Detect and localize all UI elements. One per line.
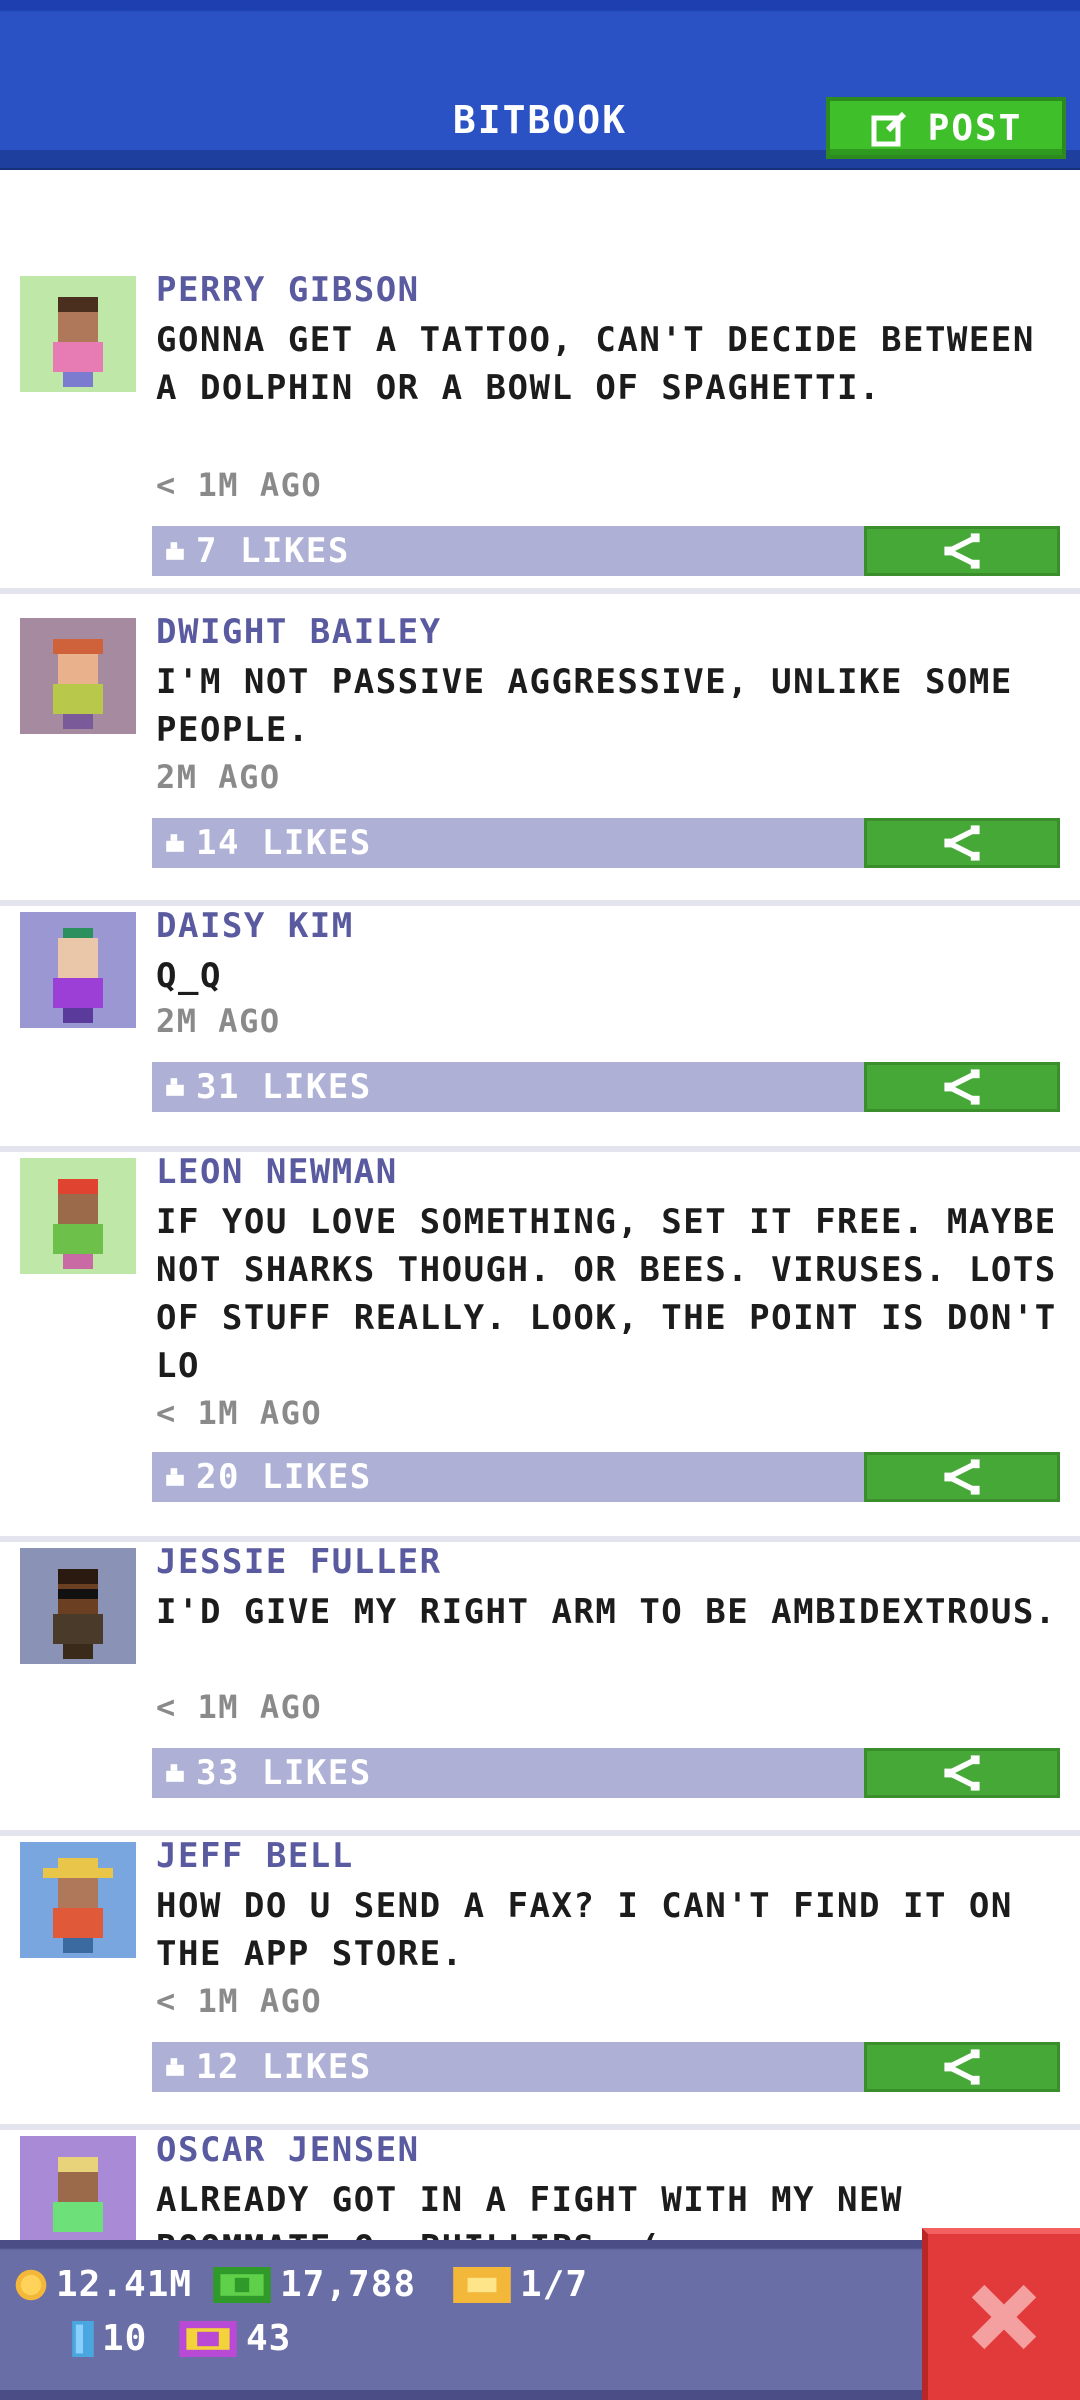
thumbs-up-icon bbox=[166, 1078, 184, 1096]
share-icon bbox=[944, 533, 980, 569]
ticket-icon bbox=[453, 2266, 511, 2303]
avatar bbox=[20, 276, 136, 392]
likes-count: 20 LIKES bbox=[196, 1457, 372, 1497]
like-button[interactable]: 12 LIKES bbox=[152, 2042, 864, 2092]
person-avatar-icon bbox=[53, 297, 103, 387]
post-time: 2M AGO bbox=[156, 758, 281, 796]
post-time: < 1M AGO bbox=[156, 1688, 323, 1726]
close-button[interactable] bbox=[922, 2228, 1080, 2400]
item-icon bbox=[72, 2320, 94, 2357]
post-author[interactable]: LEON NEWMAN bbox=[156, 1152, 398, 1192]
feed-list: PERRY GIBSON GONNA GET A TATTOO, CAN'T D… bbox=[0, 270, 1080, 2330]
bux-stat[interactable]: 17,788 bbox=[212, 2264, 416, 2305]
thumbs-up-icon bbox=[166, 1764, 184, 1782]
post-text: HOW DO U SEND A FAX? I CAN'T FIND IT ON … bbox=[156, 1886, 1013, 1974]
likes-count: 14 LIKES bbox=[196, 823, 372, 863]
person-avatar-icon bbox=[53, 2157, 103, 2232]
compose-icon bbox=[871, 111, 906, 147]
bux-icon bbox=[213, 2266, 271, 2303]
post-time: < 1M AGO bbox=[156, 466, 323, 504]
post-button[interactable]: POST bbox=[826, 97, 1066, 159]
post-button-label: POST bbox=[927, 107, 1023, 149]
share-button[interactable] bbox=[864, 1452, 1060, 1502]
feed-post: DAISY KIM Q_Q 2M AGO 31 LIKES bbox=[0, 906, 1080, 1152]
post-author[interactable]: JEFF BELL bbox=[156, 1836, 354, 1876]
person-avatar-icon bbox=[53, 928, 103, 1023]
share-icon bbox=[944, 825, 980, 861]
items-value: 10 bbox=[102, 2318, 148, 2359]
post-text: I'M NOT PASSIVE AGGRESSIVE, UNLIKE SOME … bbox=[156, 662, 1013, 750]
share-button[interactable] bbox=[864, 1062, 1060, 1112]
share-icon bbox=[944, 1755, 980, 1791]
tickets-stat: 1/7 bbox=[452, 2264, 588, 2305]
likes-count: 7 LIKES bbox=[196, 531, 350, 571]
thumbs-up-icon bbox=[166, 834, 184, 852]
post-author[interactable]: DAISY KIM bbox=[156, 906, 354, 946]
like-button[interactable]: 7 LIKES bbox=[152, 526, 864, 576]
post-time: 2M AGO bbox=[156, 1002, 281, 1040]
post-author[interactable]: PERRY GIBSON bbox=[156, 270, 420, 310]
like-button[interactable]: 33 LIKES bbox=[152, 1748, 864, 1798]
post-time: < 1M AGO bbox=[156, 1982, 323, 2020]
like-button[interactable]: 31 LIKES bbox=[152, 1062, 864, 1112]
person-avatar-icon bbox=[53, 639, 103, 729]
post-text: GONNA GET A TATTOO, CAN'T DECIDE BETWEEN… bbox=[156, 320, 1035, 408]
vip-icon bbox=[179, 2320, 237, 2357]
avatar bbox=[20, 2136, 136, 2252]
post-text: I'D GIVE MY RIGHT ARM TO BE AMBIDEXTROUS… bbox=[156, 1592, 1057, 1632]
like-button[interactable]: 14 LIKES bbox=[152, 818, 864, 868]
feed-post: LEON NEWMAN IF YOU LOVE SOMETHING, SET I… bbox=[0, 1152, 1080, 1542]
person-avatar-icon bbox=[43, 1858, 113, 1953]
feed-post: DWIGHT BAILEY I'M NOT PASSIVE AGGRESSIVE… bbox=[0, 612, 1080, 906]
coins-value: 12.41M bbox=[56, 2264, 193, 2305]
avatar bbox=[20, 1158, 136, 1274]
avatar bbox=[20, 618, 136, 734]
post-author[interactable]: JESSIE FULLER bbox=[156, 1542, 442, 1582]
bux-value: 17,788 bbox=[280, 2264, 417, 2305]
avatar bbox=[20, 1842, 136, 1958]
post-time: < 1M AGO bbox=[156, 1394, 323, 1432]
thumbs-up-icon bbox=[166, 2058, 184, 2076]
like-button[interactable]: 20 LIKES bbox=[152, 1452, 864, 1502]
avatar bbox=[20, 1548, 136, 1664]
feed-post: PERRY GIBSON GONNA GET A TATTOO, CAN'T D… bbox=[0, 270, 1080, 594]
feed-post: JEFF BELL HOW DO U SEND A FAX? I CAN'T F… bbox=[0, 1836, 1080, 2130]
vip-stat: 43 bbox=[178, 2318, 291, 2359]
app-header: BITBOOK POST bbox=[0, 0, 1080, 170]
coins-stat: 12.41M bbox=[14, 2264, 192, 2305]
feed-post: JESSIE FULLER I'D GIVE MY RIGHT ARM TO B… bbox=[0, 1542, 1080, 1836]
thumbs-up-icon bbox=[166, 542, 184, 560]
avatar bbox=[20, 912, 136, 1028]
share-button[interactable] bbox=[864, 818, 1060, 868]
vip-value: 43 bbox=[246, 2318, 292, 2359]
share-icon bbox=[944, 2049, 980, 2085]
post-author[interactable]: OSCAR JENSEN bbox=[156, 2130, 420, 2170]
post-text: IF YOU LOVE SOMETHING, SET IT FREE. MAYB… bbox=[156, 1202, 1057, 1386]
thumbs-up-icon bbox=[166, 1468, 184, 1486]
coin-icon bbox=[15, 2269, 47, 2300]
share-icon bbox=[944, 1069, 980, 1105]
share-button[interactable] bbox=[864, 2042, 1060, 2092]
person-avatar-icon bbox=[53, 1179, 103, 1269]
share-button[interactable] bbox=[864, 1748, 1060, 1798]
likes-count: 33 LIKES bbox=[196, 1753, 372, 1793]
likes-count: 12 LIKES bbox=[196, 2047, 372, 2087]
post-author[interactable]: DWIGHT BAILEY bbox=[156, 612, 442, 652]
likes-count: 31 LIKES bbox=[196, 1067, 372, 1107]
close-icon bbox=[971, 2284, 1037, 2350]
currency-bar: 12.41M 17,788 1/7 10 43 bbox=[0, 2240, 1080, 2400]
items-stat: 10 bbox=[72, 2318, 147, 2359]
share-button[interactable] bbox=[864, 526, 1060, 576]
post-text: Q_Q bbox=[156, 956, 222, 996]
tickets-value: 1/7 bbox=[520, 2264, 589, 2305]
share-icon bbox=[944, 1459, 980, 1495]
person-avatar-icon bbox=[53, 1569, 103, 1659]
